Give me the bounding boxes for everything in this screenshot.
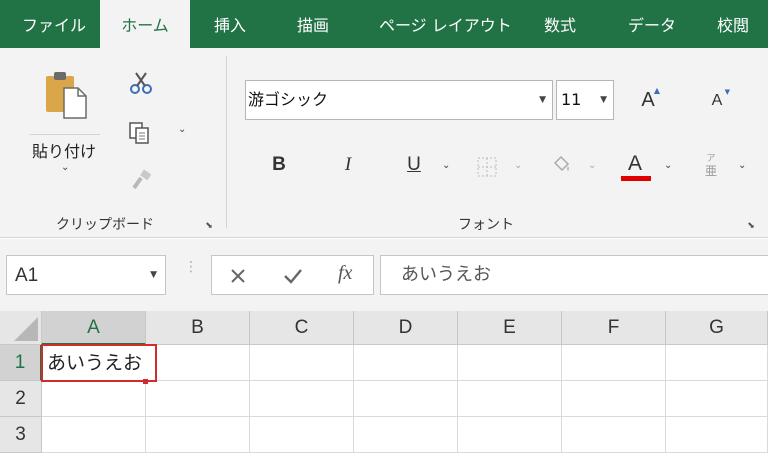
tab-formulas[interactable]: 数式 [544, 0, 576, 48]
ribbon-home-panel: 貼り付け ⌄ ⌄ クリップボード ⬊ 游ゴシック ▼ 11 ▼ A ▲ A ▼ … [0, 48, 768, 238]
cell-A2[interactable] [42, 381, 146, 417]
cell-D3[interactable] [354, 417, 458, 453]
group-separator [226, 56, 227, 228]
cancel-entry-icon[interactable] [228, 266, 248, 286]
paste-split-divider [30, 134, 100, 135]
font-name-value: 游ゴシック [248, 90, 329, 109]
tab-home[interactable]: ホーム [100, 0, 190, 48]
formula-buttons-box: fx [211, 255, 374, 295]
worksheet-grid: A B C D E F G 1 2 3 あいうえお [0, 311, 768, 453]
font-color-swatch [621, 176, 651, 181]
column-header-A[interactable]: A [42, 311, 146, 345]
font-size-combobox[interactable]: 11 ▼ [556, 80, 614, 120]
formula-input-value: あいうえお [401, 264, 491, 285]
cell-A3[interactable] [42, 417, 146, 453]
cell-E2[interactable] [458, 381, 562, 417]
cell-C3[interactable] [250, 417, 354, 453]
cell-B3[interactable] [146, 417, 250, 453]
font-color-button[interactable]: A [623, 152, 647, 176]
cell-B2[interactable] [146, 381, 250, 417]
fill-color-icon[interactable] [548, 152, 574, 178]
tab-review[interactable]: 校閲 [717, 0, 749, 48]
increase-font-size-icon[interactable]: A ▲ [634, 86, 662, 114]
column-header-C[interactable]: C [250, 311, 354, 345]
font-size-value: 11 [561, 90, 582, 109]
font-size-dropdown-icon[interactable]: ▼ [600, 81, 607, 119]
cell-F2[interactable] [562, 381, 666, 417]
cell-C1[interactable] [250, 345, 354, 381]
tab-insert[interactable]: 挿入 [214, 0, 246, 48]
phonetic-guide-dropdown-chevron-icon[interactable]: ⌄ [738, 160, 746, 171]
ribbon-tab-bar: ファイル ホーム 挿入 描画 ページ レイアウト 数式 データ 校閲 [0, 0, 768, 48]
italic-button[interactable]: I [336, 154, 360, 176]
cell-G1[interactable] [666, 345, 768, 381]
column-header-F[interactable]: F [562, 311, 666, 345]
cell-E1[interactable] [458, 345, 562, 381]
font-dialog-launcher-icon[interactable]: ⬊ [746, 221, 756, 231]
insert-function-icon[interactable]: fx [338, 262, 352, 285]
paste-dropdown-chevron-icon[interactable]: ⌄ [61, 162, 69, 173]
paste-icon[interactable] [42, 70, 90, 120]
cell-A1[interactable]: あいうえお [41, 344, 157, 382]
cell-F3[interactable] [562, 417, 666, 453]
column-header-D[interactable]: D [354, 311, 458, 345]
row-header-2[interactable]: 2 [0, 381, 42, 417]
cut-icon[interactable] [128, 70, 154, 96]
fill-handle[interactable] [143, 379, 148, 384]
formula-input[interactable]: あいうえお [380, 255, 768, 295]
formula-bar-grip-icon[interactable]: ⋮ [184, 260, 198, 274]
cell-D1[interactable] [354, 345, 458, 381]
clipboard-group-label: クリップボード [56, 217, 154, 233]
tab-draw[interactable]: 描画 [297, 0, 329, 48]
column-header-B[interactable]: B [146, 311, 250, 345]
cell-C2[interactable] [250, 381, 354, 417]
fill-color-dropdown-chevron-icon[interactable]: ⌄ [588, 160, 596, 171]
font-color-dropdown-chevron-icon[interactable]: ⌄ [664, 160, 672, 171]
borders-icon[interactable] [476, 156, 498, 178]
confirm-entry-icon[interactable] [282, 266, 304, 286]
column-header-E[interactable]: E [458, 311, 562, 345]
cell-B1[interactable] [146, 345, 250, 381]
font-name-combobox[interactable]: 游ゴシック ▼ [245, 80, 553, 120]
clipboard-dialog-launcher-icon[interactable]: ⬊ [204, 221, 214, 231]
underline-dropdown-chevron-icon[interactable]: ⌄ [442, 160, 450, 171]
row-header-1[interactable]: 1 [0, 345, 42, 381]
name-box[interactable]: A1 ▼ [6, 255, 166, 295]
font-name-dropdown-icon[interactable]: ▼ [539, 81, 546, 119]
cell-A1-value: あいうえお [47, 352, 143, 374]
name-box-value: A1 [15, 265, 39, 286]
tab-file[interactable]: ファイル [22, 0, 86, 48]
cell-G3[interactable] [666, 417, 768, 453]
decrease-font-size-icon[interactable]: A ▼ [704, 88, 730, 114]
bold-button[interactable]: B [267, 154, 291, 176]
formula-bar: A1 ▼ ⋮ fx あいうえお [0, 239, 768, 311]
copy-dropdown-chevron-icon[interactable]: ⌄ [178, 124, 186, 135]
tab-data[interactable]: データ [628, 0, 676, 48]
cell-G2[interactable] [666, 381, 768, 417]
select-all-button[interactable] [0, 311, 42, 345]
format-painter-icon[interactable] [128, 168, 154, 194]
font-group-label: フォント [458, 217, 514, 233]
name-box-dropdown-icon[interactable]: ▼ [150, 256, 157, 294]
tab-page-layout[interactable]: ページ レイアウト [379, 0, 512, 48]
column-header-G[interactable]: G [666, 311, 768, 345]
copy-icon[interactable] [126, 120, 152, 146]
underline-button[interactable]: U [402, 154, 426, 176]
paste-button-label[interactable]: 貼り付け [32, 138, 96, 162]
row-header-3[interactable]: 3 [0, 417, 42, 453]
borders-dropdown-chevron-icon[interactable]: ⌄ [514, 160, 522, 171]
cell-D2[interactable] [354, 381, 458, 417]
cell-E3[interactable] [458, 417, 562, 453]
phonetic-guide-icon[interactable]: ア 亜 [700, 152, 722, 180]
cell-F1[interactable] [562, 345, 666, 381]
